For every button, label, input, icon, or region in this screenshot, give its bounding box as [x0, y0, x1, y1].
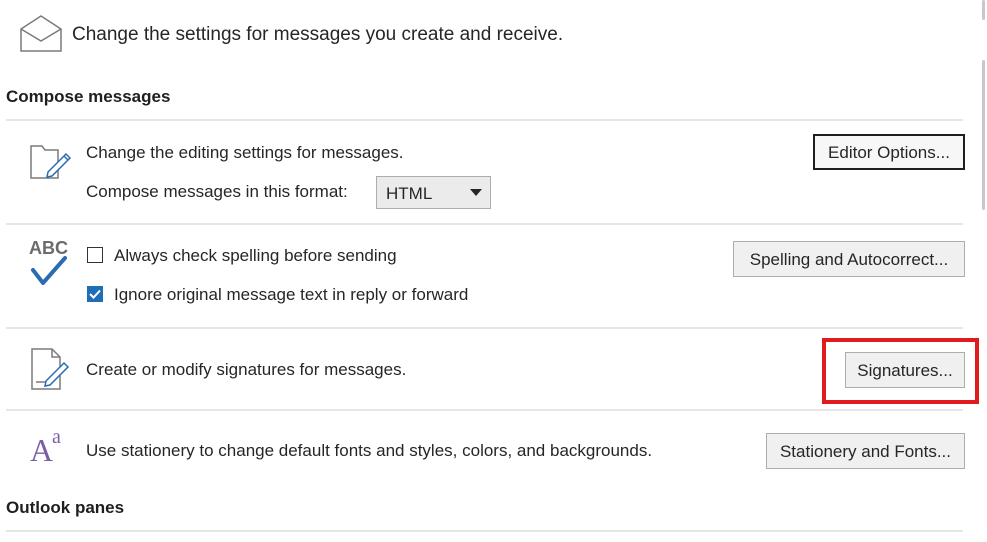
signatures-description: Create or modify signatures for messages…: [86, 360, 407, 379]
font-aa-big: A: [30, 432, 54, 468]
folder-pencil-icon: [28, 138, 72, 182]
vertical-scrollbar[interactable]: [979, 0, 987, 542]
format-select-value: HTML: [386, 184, 433, 203]
editing-description: Change the editing settings for messages…: [86, 143, 404, 162]
row-divider: [6, 409, 963, 411]
document-pencil-icon: [28, 346, 72, 392]
stationery-fonts-button[interactable]: Stationery and Fonts...: [766, 433, 965, 469]
ignore-original-label: Ignore original message text in reply or…: [114, 285, 469, 304]
abc-check-icon: ABC: [28, 238, 72, 290]
spelling-autocorrect-button[interactable]: Spelling and Autocorrect...: [733, 241, 965, 277]
section-title-panes: Outlook panes: [6, 498, 125, 517]
section-divider: [6, 119, 963, 121]
format-select[interactable]: HTML: [376, 176, 491, 209]
scrollbar-thumb[interactable]: [982, 60, 985, 210]
font-aa-small: a: [52, 426, 61, 448]
font-aa-icon: A a: [28, 426, 72, 472]
header-description: Change the settings for messages you cre…: [72, 24, 564, 45]
always-check-spelling-checkbox[interactable]: [87, 247, 103, 263]
checkmark-icon: [89, 289, 101, 299]
stationery-description: Use stationery to change default fonts a…: [86, 441, 653, 460]
section-title-compose: Compose messages: [6, 87, 171, 106]
row-divider: [6, 327, 963, 329]
always-check-spelling-label: Always check spelling before sending: [114, 246, 397, 265]
editor-options-button[interactable]: Editor Options...: [813, 134, 965, 170]
chevron-down-icon: [470, 189, 482, 196]
format-label: Compose messages in this format:: [86, 182, 348, 201]
signatures-button[interactable]: Signatures...: [845, 352, 965, 388]
ignore-original-checkbox[interactable]: [87, 286, 103, 302]
envelope-icon: [18, 12, 64, 54]
row-divider: [6, 223, 963, 225]
scrollbar-thumb[interactable]: [982, 0, 985, 20]
section-divider: [6, 530, 963, 532]
